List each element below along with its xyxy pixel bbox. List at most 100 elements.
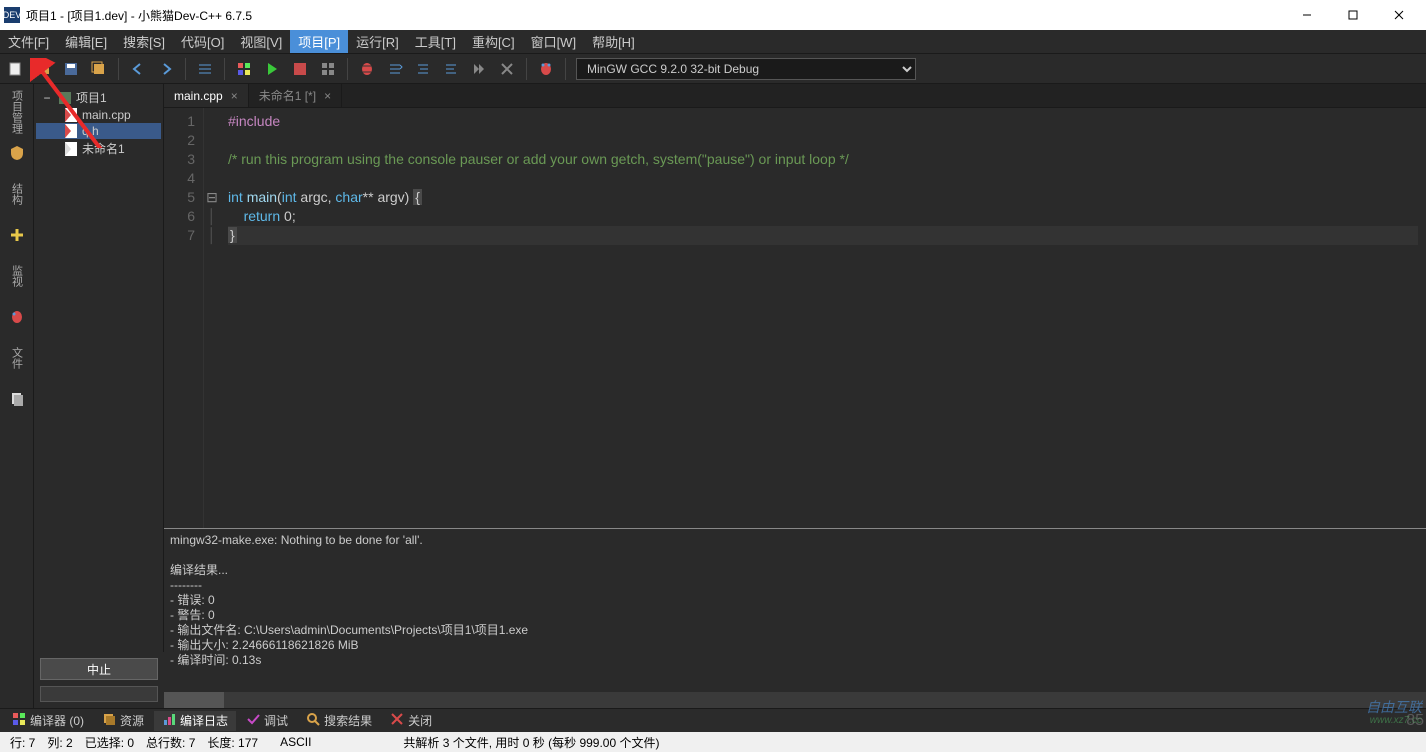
- tree-item-label: main.cpp: [82, 108, 131, 122]
- tree-item[interactable]: q.h: [36, 123, 161, 139]
- forward-button[interactable]: [153, 56, 179, 82]
- editor-area: main.cpp× 未命名1 [*] × 1234567 ⊟││ #include …: [164, 84, 1426, 708]
- bottom-tab-label: 调试: [264, 712, 288, 729]
- code-content[interactable]: #include /* run this program using the c…: [220, 108, 1426, 528]
- menu-item[interactable]: 窗口[W]: [523, 30, 585, 53]
- bottom-tab[interactable]: 编译器 (0): [4, 711, 92, 731]
- output-line: 编译结果...: [170, 563, 1420, 578]
- bars-icon: [162, 712, 176, 729]
- stop-debug-button[interactable]: [494, 56, 520, 82]
- progress-bar: [40, 686, 158, 702]
- shield-icon[interactable]: [2, 138, 32, 168]
- search-icon: [306, 712, 320, 729]
- debug-button[interactable]: [354, 56, 380, 82]
- code-editor[interactable]: 1234567 ⊟││ #include /* run this program…: [164, 108, 1426, 528]
- check-icon: [246, 712, 260, 729]
- step-into-button[interactable]: [410, 56, 436, 82]
- fold-gutter: ⊟││: [204, 108, 220, 528]
- stop-button[interactable]: 中止: [40, 658, 158, 680]
- title-bar: DEV 项目1 - [项目1.dev] - 小熊猫Dev-C++ 6.7.5: [0, 0, 1426, 30]
- step-out-button[interactable]: [438, 56, 464, 82]
- menu-item[interactable]: 项目[P]: [290, 30, 348, 53]
- close-icon[interactable]: ×: [231, 89, 238, 103]
- editor-tab[interactable]: 未命名1 [*] ×: [249, 84, 342, 107]
- menu-item[interactable]: 运行[R]: [348, 30, 407, 53]
- bug-icon[interactable]: [2, 302, 32, 332]
- continue-button[interactable]: [466, 56, 492, 82]
- bottom-tab-label: 搜索结果: [324, 712, 372, 729]
- menu-item[interactable]: 重构[C]: [464, 30, 523, 53]
- tree-item[interactable]: 未命名1: [36, 139, 161, 158]
- tree-item[interactable]: main.cpp: [36, 107, 161, 123]
- menu-item[interactable]: 视图[V]: [232, 30, 290, 53]
- grid-icon: [12, 712, 26, 729]
- tree-root[interactable]: − 项目1: [36, 88, 161, 107]
- menu-item[interactable]: 工具[T]: [407, 30, 464, 53]
- output-line: [170, 548, 1420, 563]
- grid-icon[interactable]: [231, 56, 257, 82]
- indent-settings-button[interactable]: [192, 56, 218, 82]
- status-sel: 已选择: 0: [81, 734, 138, 751]
- line-gutter: 1234567: [164, 108, 204, 528]
- step-over-button[interactable]: [382, 56, 408, 82]
- menu-item[interactable]: 文件[F]: [0, 30, 57, 53]
- layers-icon: [102, 712, 116, 729]
- close-icon[interactable]: ×: [324, 89, 331, 103]
- tree-item-label: q.h: [82, 124, 99, 138]
- tab-project-mgmt[interactable]: 项目管理: [2, 88, 32, 136]
- tab-watch[interactable]: 监视: [2, 252, 32, 300]
- tree-item-label: 未命名1: [82, 140, 125, 157]
- compiler-select[interactable]: MinGW GCC 9.2.0 32-bit Debug: [576, 58, 916, 80]
- project-panel: − 项目1 main.cpp q.h 未命名1: [34, 84, 164, 652]
- tab-structure[interactable]: 结构: [2, 170, 32, 218]
- files-icon[interactable]: [2, 384, 32, 414]
- open-button[interactable]: [30, 56, 56, 82]
- save-all-button[interactable]: [86, 56, 112, 82]
- project-icon: [58, 91, 72, 105]
- bottom-tab-label: 编译日志: [180, 712, 228, 729]
- menu-item[interactable]: 搜索[S]: [115, 30, 173, 53]
- output-line: - 输出文件名: C:\Users\admin\Documents\Projec…: [170, 623, 1420, 638]
- toolbar: MinGW GCC 9.2.0 32-bit Debug: [0, 54, 1426, 84]
- rebuild-button[interactable]: [315, 56, 341, 82]
- output-line: - 输出大小: 2.24666118621826 MiB: [170, 638, 1420, 653]
- left-icon-bar: 项目管理 结构 监视 文件: [0, 84, 34, 708]
- bottom-tab-label: 关闭: [408, 712, 432, 729]
- new-file-button[interactable]: [2, 56, 28, 82]
- tab-files[interactable]: 文件: [2, 334, 32, 382]
- menu-item[interactable]: 帮助[H]: [584, 30, 643, 53]
- minimize-button[interactable]: [1284, 0, 1330, 30]
- bottom-tab[interactable]: 关闭: [382, 711, 440, 731]
- maximize-button[interactable]: [1330, 0, 1376, 30]
- tab-label: 未命名1 [*]: [259, 87, 316, 104]
- status-bar: 行: 7 列: 2 已选择: 0 总行数: 7 长度: 177 ASCII 共解…: [0, 732, 1426, 752]
- back-button[interactable]: [125, 56, 151, 82]
- debug-bug-icon[interactable]: [533, 56, 559, 82]
- bottom-tab[interactable]: 搜索结果: [298, 711, 380, 731]
- plus-icon[interactable]: [2, 220, 32, 250]
- bottom-tab[interactable]: 编译日志: [154, 711, 236, 731]
- save-button[interactable]: [58, 56, 84, 82]
- close-button[interactable]: [1376, 0, 1422, 30]
- bottom-tab[interactable]: 资源: [94, 711, 152, 731]
- status-enc: ASCII: [276, 735, 315, 749]
- menu-item[interactable]: 代码[O]: [173, 30, 232, 53]
- bottom-tab[interactable]: 调试: [238, 711, 296, 731]
- output-content[interactable]: mingw32-make.exe: Nothing to be done for…: [164, 529, 1426, 692]
- stop-area: 中止: [34, 652, 164, 708]
- file-icon: [64, 108, 78, 122]
- output-scrollbar[interactable]: [164, 692, 1426, 708]
- run-button[interactable]: [259, 56, 285, 82]
- output-line: - 编译时间: 0.13s: [170, 653, 1420, 668]
- bottom-tab-label: 编译器 (0): [30, 712, 84, 729]
- menu-item[interactable]: 编辑[E]: [57, 30, 115, 53]
- bottom-tab-bar: 编译器 (0) 资源 编译日志 调试 搜索结果 关闭: [0, 708, 1426, 732]
- compile-run-button[interactable]: [287, 56, 313, 82]
- window-title: 项目1 - [项目1.dev] - 小熊猫Dev-C++ 6.7.5: [26, 7, 1284, 24]
- menu-bar: 文件[F]编辑[E]搜索[S]代码[O]视图[V]项目[P]运行[R]工具[T]…: [0, 30, 1426, 54]
- editor-tab[interactable]: main.cpp×: [164, 84, 249, 107]
- output-line: mingw32-make.exe: Nothing to be done for…: [170, 533, 1420, 548]
- file-icon: [64, 142, 78, 156]
- status-line: 行: 7: [6, 734, 39, 751]
- counter-badge: 85: [1406, 712, 1424, 730]
